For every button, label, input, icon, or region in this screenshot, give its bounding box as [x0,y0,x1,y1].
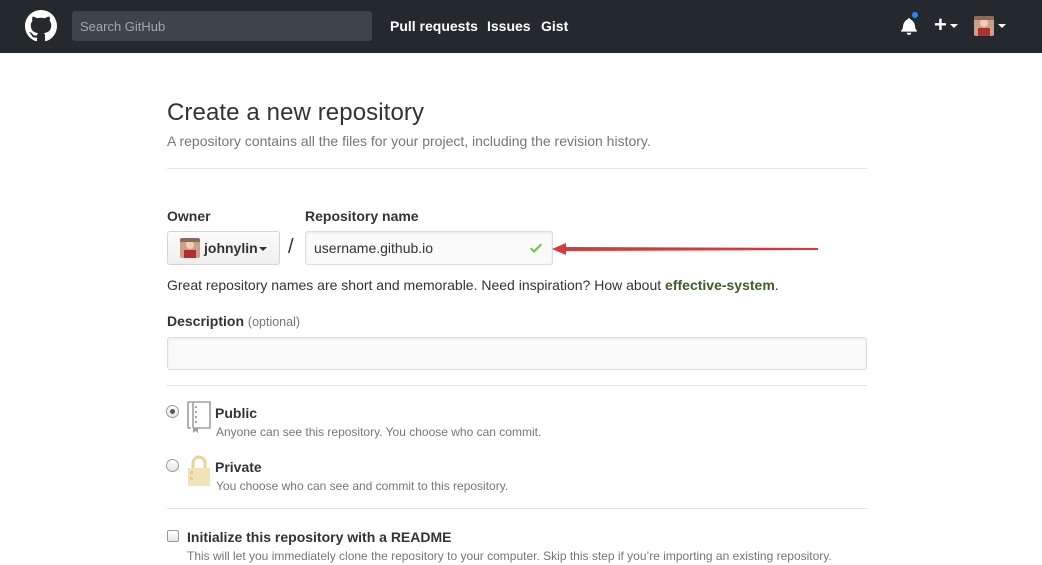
avatar[interactable] [974,16,994,36]
owner-repo-separator: / [288,236,294,258]
page-title: Create a new repository [167,99,425,126]
lock-icon [188,455,210,486]
description-label: Description (optional) [167,313,300,329]
init-readme-note: This will let you immediately clone the … [187,549,832,563]
chevron-down-icon[interactable] [950,24,958,28]
nav-issues[interactable]: Issues [487,0,531,53]
divider [167,385,867,386]
owner-select-button[interactable]: johnylin [167,231,280,265]
private-radio[interactable] [166,459,179,472]
global-header: Pull requests Issues Gist + [0,0,1042,53]
optional-tag: (optional) [247,315,301,329]
init-readme-title[interactable]: Initialize this repository with a README [187,529,451,545]
divider [167,508,867,509]
public-option-title[interactable]: Public [215,405,257,421]
public-radio[interactable] [166,405,179,418]
description-input[interactable] [167,337,867,370]
hint-text: Great repository names are short and mem… [167,277,666,293]
init-readme-checkbox[interactable] [167,530,179,542]
hint-suffix: . [774,277,779,293]
github-logo-icon[interactable] [25,10,57,42]
description-label-text: Description [167,313,245,329]
private-option-title[interactable]: Private [215,459,262,475]
nav-gist[interactable]: Gist [541,0,568,53]
avatar-chevron-down-icon[interactable] [998,24,1006,28]
suggested-name-link[interactable]: effective-system [665,277,775,293]
plus-icon[interactable]: + [934,13,947,37]
bell-icon[interactable] [900,17,918,35]
repository-name-hint: Great repository names are short and mem… [167,277,779,293]
owner-label: Owner [167,208,211,224]
repository-name-input[interactable] [305,231,553,265]
owner-name: johnylin [204,240,258,256]
repo-book-icon [187,401,211,433]
public-option-note: Anyone can see this repository. You choo… [216,425,542,439]
nav-pull-requests[interactable]: Pull requests [390,0,478,53]
private-option-note: You choose who can see and commit to thi… [216,479,509,493]
check-icon [530,243,542,253]
owner-avatar [180,238,200,258]
annotation-arrow-icon [552,243,818,255]
repository-name-label: Repository name [305,208,419,224]
page-subtitle: A repository contains all the files for … [167,133,651,149]
search-input[interactable] [72,11,372,41]
divider [167,168,867,169]
notification-indicator [911,11,919,19]
chevron-down-icon [259,247,267,251]
